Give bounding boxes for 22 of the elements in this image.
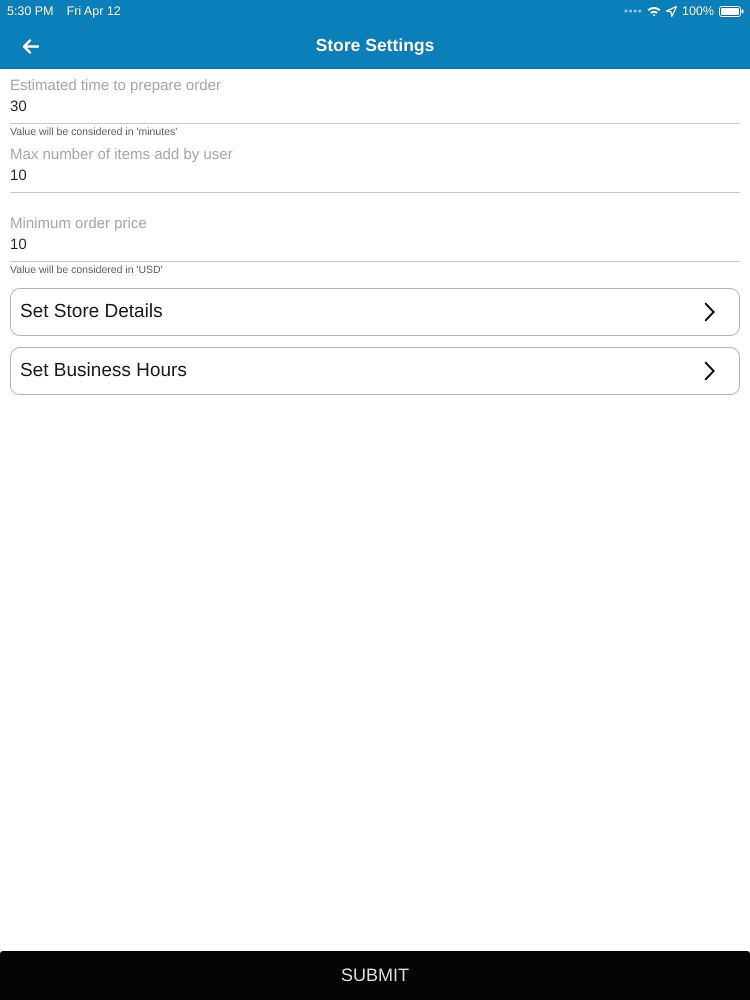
field-label: Max number of items add by user — [10, 146, 234, 164]
field-label: Minimum order price — [10, 215, 148, 233]
battery-icon — [719, 6, 744, 16]
battery-percent: 100% — [682, 4, 714, 18]
submit-button[interactable]: SUBMIT — [0, 951, 750, 1000]
wifi-icon — [647, 6, 662, 16]
menu-row-button[interactable]: Set Store Details — [10, 288, 740, 336]
input-field[interactable]: 10 — [10, 233, 740, 262]
status-date: Fri Apr 12 — [66, 4, 121, 18]
input-field[interactable]: 10 — [10, 164, 740, 193]
chevron-right-icon — [704, 302, 715, 322]
chevron-right-icon — [704, 361, 715, 381]
field-label: Estimated time to prepare order — [10, 77, 222, 95]
signal-dots-icon — [624, 9, 642, 13]
helper-text: Value will be considered in 'minutes' — [10, 126, 178, 138]
status-time: 5:30 PM — [7, 4, 54, 18]
page-title: Store Settings — [316, 35, 434, 56]
helper-text: Value will be considered in 'USD' — [10, 264, 163, 276]
location-arrow-icon — [666, 6, 678, 16]
back-arrow-icon — [22, 39, 39, 54]
menu-row-button[interactable]: Set Business Hours — [10, 347, 740, 395]
input-field[interactable]: 30 — [10, 95, 740, 124]
